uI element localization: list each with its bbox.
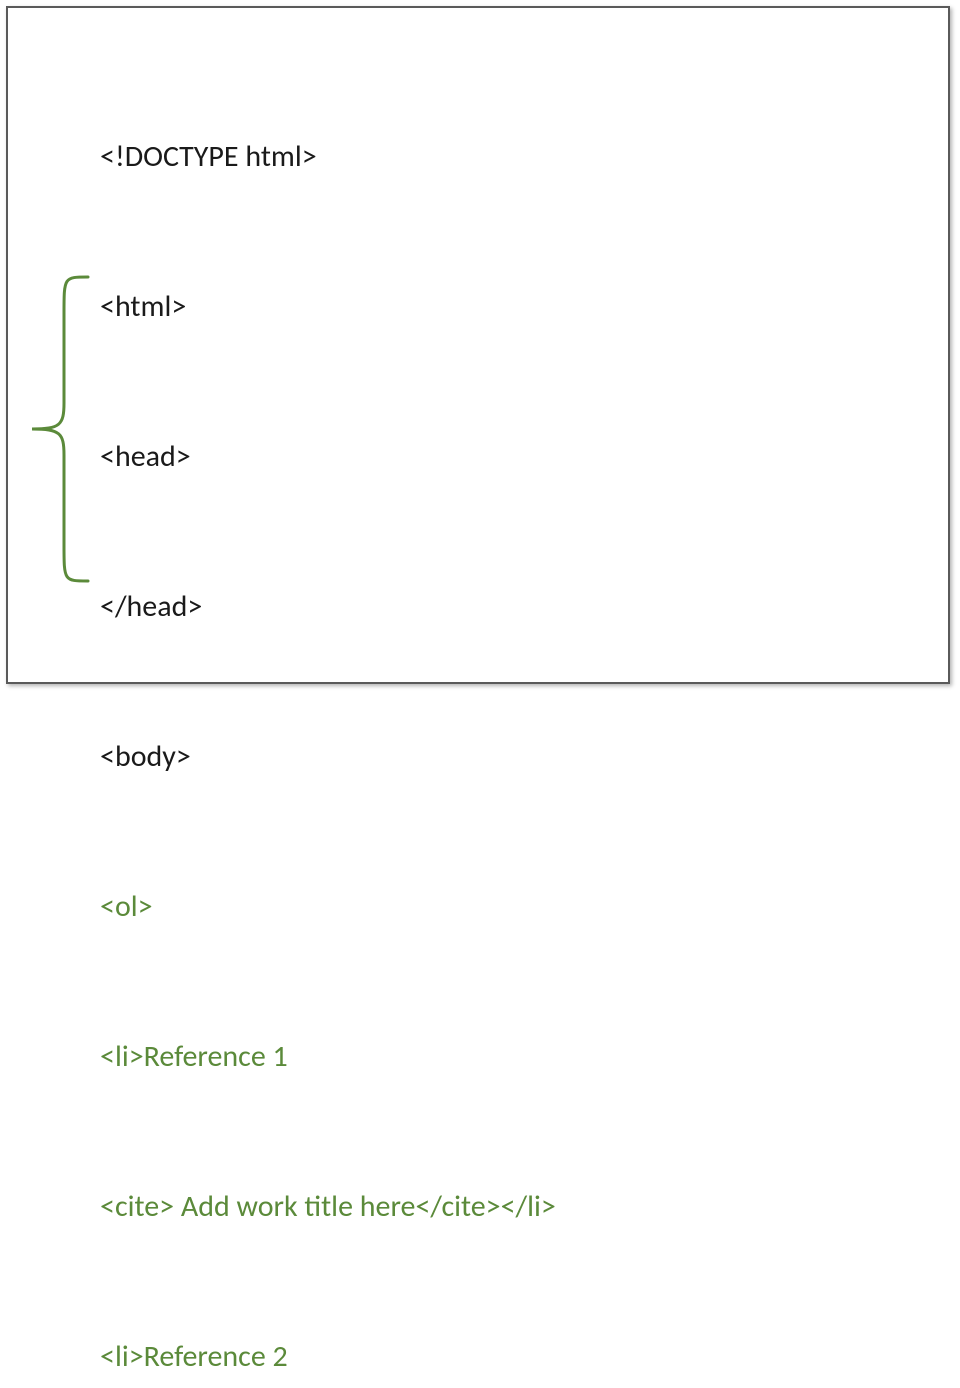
code-line: <head> <box>100 432 556 482</box>
curly-bracket-icon <box>24 273 94 585</box>
code-line: <html> <box>100 282 556 332</box>
code-line: <li>Reference 1 <box>100 1032 556 1082</box>
code-frame: <!DOCTYPE html> <html> <head> </head> <b… <box>6 6 950 684</box>
code-line: <!DOCTYPE html> <box>100 132 556 182</box>
code-line: <cite> Add work title here</cite></li> <box>100 1182 556 1232</box>
code-line: <body> <box>100 732 556 782</box>
code-line: <ol> <box>100 882 556 932</box>
code-line: </head> <box>100 582 556 632</box>
code-line: <li>Reference 2 <box>100 1332 556 1382</box>
code-block: <!DOCTYPE html> <html> <head> </head> <b… <box>100 32 556 1388</box>
